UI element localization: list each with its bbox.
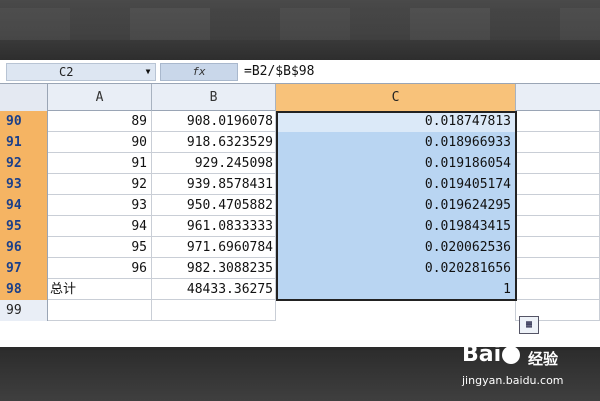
row-header[interactable]: 99 (0, 300, 48, 321)
cell-d[interactable] (516, 216, 600, 237)
cell-d[interactable] (516, 279, 600, 300)
cell-d[interactable] (516, 258, 600, 279)
cell-c[interactable]: 0.020281656 (276, 258, 516, 279)
cell-a[interactable] (48, 300, 152, 321)
watermark-url: jingyan.baidu.com (462, 374, 564, 387)
row-header[interactable]: 97 (0, 258, 48, 279)
row-header[interactable]: 93 (0, 174, 48, 195)
cell-a[interactable]: 92 (48, 174, 152, 195)
cell-c[interactable] (276, 300, 516, 321)
watermark-brand-left: Bai (462, 342, 502, 367)
column-headers: A B C (0, 84, 600, 111)
table-row: 95 94 961.0833333 0.019843415 (0, 216, 600, 237)
cell-d[interactable] (516, 195, 600, 216)
paw-icon (502, 346, 521, 364)
cell-b[interactable]: 929.245098 (152, 153, 276, 174)
chevron-down-icon[interactable]: ▼ (140, 63, 156, 81)
cell-a[interactable]: 96 (48, 258, 152, 279)
cell-b[interactable]: 918.6323529 (152, 132, 276, 153)
formula-bar: C2 ▼ fx =B2/$B$98 (0, 60, 600, 84)
formula-input[interactable]: =B2/$B$98 (244, 63, 314, 81)
row-header[interactable]: 98 (0, 279, 48, 300)
cell-b[interactable]: 982.3088235 (152, 258, 276, 279)
auto-fill-options-icon[interactable]: ▦ (519, 316, 539, 334)
cell-b[interactable]: 961.0833333 (152, 216, 276, 237)
select-all-corner[interactable] (0, 84, 48, 111)
table-row: 93 92 939.8578431 0.019405174 (0, 174, 600, 195)
cell-c[interactable]: 0.019405174 (276, 174, 516, 195)
blurred-toolbar (0, 8, 600, 40)
name-box[interactable]: C2 (6, 63, 156, 81)
column-header-c[interactable]: C (276, 84, 516, 111)
table-row: 97 96 982.3088235 0.020281656 (0, 258, 600, 279)
spreadsheet: C2 ▼ fx =B2/$B$98 A B C 90 89 908.019607… (0, 60, 600, 347)
row-header[interactable]: 90 (0, 111, 48, 132)
row-header[interactable]: 92 (0, 153, 48, 174)
row-header[interactable]: 91 (0, 132, 48, 153)
cell-c[interactable]: 1 (276, 279, 516, 300)
cell-d[interactable] (516, 153, 600, 174)
watermark: Bai 经验 jingyan.baidu.com (452, 340, 592, 396)
cell-d[interactable] (516, 174, 600, 195)
cell-a[interactable]: 91 (48, 153, 152, 174)
column-header-a[interactable]: A (48, 84, 152, 111)
cell-a[interactable]: 95 (48, 237, 152, 258)
cell-b[interactable]: 971.6960784 (152, 237, 276, 258)
cell-b[interactable]: 48433.36275 (152, 279, 276, 300)
table-row: 90 89 908.0196078 0.018747813 (0, 111, 600, 132)
cell-b[interactable]: 908.0196078 (152, 111, 276, 132)
row-header[interactable]: 95 (0, 216, 48, 237)
cell-a[interactable]: 90 (48, 132, 152, 153)
cell-c[interactable]: 0.019624295 (276, 195, 516, 216)
watermark-logo: Bai (462, 342, 521, 367)
cell-a[interactable]: 89 (48, 111, 152, 132)
cell-d[interactable] (516, 111, 600, 132)
column-header-b[interactable]: B (152, 84, 276, 111)
table-row: 99 (0, 300, 600, 321)
cell-b[interactable]: 950.4705882 (152, 195, 276, 216)
table-row: 92 91 929.245098 0.019186054 (0, 153, 600, 174)
cell-a[interactable]: 93 (48, 195, 152, 216)
watermark-brand-right: 经验 (528, 350, 559, 368)
insert-function-button[interactable]: fx (160, 63, 238, 81)
cell-c[interactable]: 0.019843415 (276, 216, 516, 237)
cell-b[interactable]: 939.8578431 (152, 174, 276, 195)
cell-a[interactable]: 总计 (48, 279, 152, 300)
cell-d[interactable] (516, 132, 600, 153)
row-header[interactable]: 96 (0, 237, 48, 258)
table-row: 96 95 971.6960784 0.020062536 (0, 237, 600, 258)
cell-a[interactable]: 94 (48, 216, 152, 237)
cell-b[interactable] (152, 300, 276, 321)
cell-c[interactable]: 0.020062536 (276, 237, 516, 258)
row-header[interactable]: 94 (0, 195, 48, 216)
table-row: 91 90 918.6323529 0.018966933 (0, 132, 600, 153)
table-row: 94 93 950.4705882 0.019624295 (0, 195, 600, 216)
cell-c[interactable]: 0.018966933 (276, 132, 516, 153)
cell-c[interactable]: 0.019186054 (276, 153, 516, 174)
table-row: 98 总计 48433.36275 1 (0, 279, 600, 300)
cell-c[interactable]: 0.018747813 (276, 111, 516, 132)
cell-d[interactable] (516, 237, 600, 258)
